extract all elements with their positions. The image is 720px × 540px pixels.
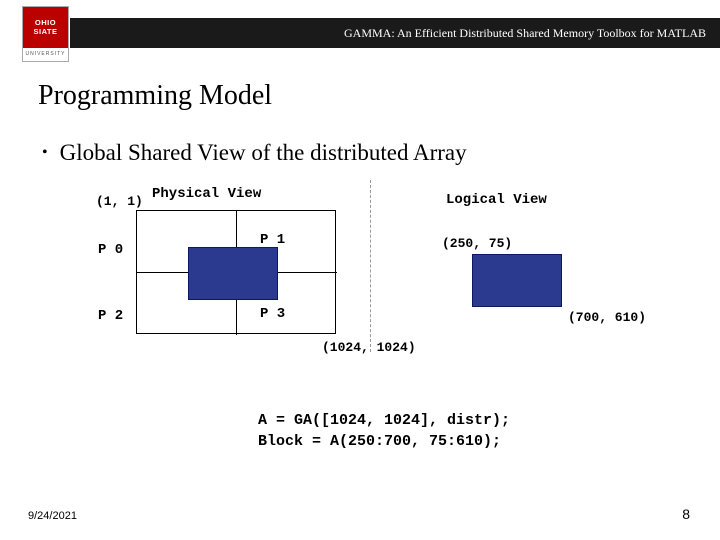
logo-line1: OHIO: [35, 18, 56, 27]
bullet-row: • Global Shared View of the distributed …: [42, 140, 467, 166]
physical-view-label: Physical View: [152, 186, 261, 202]
proc-p1: P 1: [260, 232, 285, 248]
header-title: GAMMA: An Efficient Distributed Shared M…: [344, 26, 706, 41]
proc-p0: P 0: [98, 242, 123, 258]
coord-bottomright: (700, 610): [568, 310, 646, 325]
selection-rect-physical: [188, 247, 278, 300]
logical-view-label: Logical View: [446, 192, 547, 208]
footer-date: 9/24/2021: [28, 510, 77, 522]
code-line-1: A = GA([1024, 1024], distr);: [258, 410, 510, 431]
coord-topleft: (250, 75): [442, 236, 512, 251]
selection-rect-logical: [472, 254, 562, 307]
university-logo: OHIO SIATE UNIVERSITY: [22, 6, 69, 62]
bullet-icon: •: [42, 144, 48, 162]
footer-page-number: 8: [682, 506, 690, 522]
slide-title: Programming Model: [38, 80, 272, 112]
bullet-text: Global Shared View of the distributed Ar…: [60, 140, 467, 166]
logo-top: OHIO SIATE: [23, 7, 68, 48]
code-line-2: Block = A(250:700, 75:610);: [258, 431, 510, 452]
code-block: A = GA([1024, 1024], distr); Block = A(2…: [258, 410, 510, 452]
view-divider: [370, 180, 371, 352]
header-bar: GAMMA: An Efficient Distributed Shared M…: [70, 18, 720, 48]
coord-max: (1024, 1024): [322, 340, 416, 355]
logo-line2: SIATE: [33, 27, 57, 36]
logo-bottom: UNIVERSITY: [23, 48, 68, 62]
proc-p2: P 2: [98, 308, 123, 324]
proc-p3: P 3: [260, 306, 285, 322]
coord-origin: (1, 1): [96, 194, 143, 209]
diagram: Physical View Logical View (1, 1) P 0 P …: [70, 180, 650, 380]
